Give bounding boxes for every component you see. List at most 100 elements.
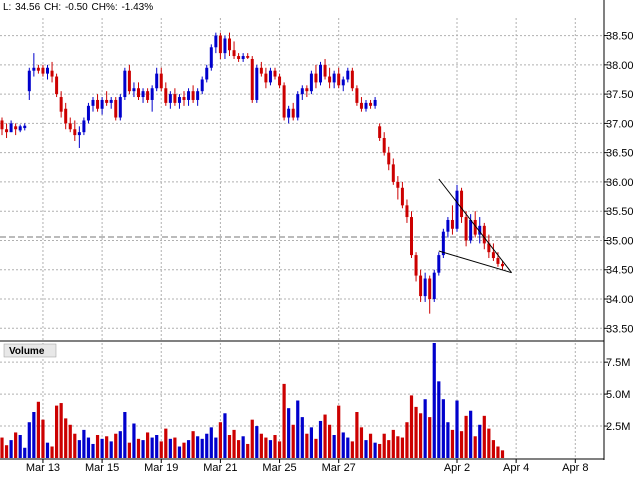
candle-body [437, 255, 441, 273]
volume-bar [73, 433, 77, 458]
candle-body [168, 94, 172, 103]
candle-body [173, 94, 177, 103]
volume-bar [159, 441, 163, 458]
candle-body [155, 73, 159, 89]
candle-body [73, 129, 77, 136]
volume-bar [173, 437, 177, 458]
volume-bar [118, 431, 122, 458]
volume-bar [328, 424, 332, 458]
volume-bar [214, 437, 218, 458]
candle-body [86, 105, 90, 121]
candle-body [359, 102, 363, 109]
volume-bar [55, 405, 59, 458]
candle-body [337, 73, 341, 86]
volume-bar [455, 400, 459, 458]
price-tick-label: 36.50 [606, 148, 634, 160]
candle-body [255, 67, 259, 100]
price-tick-label: 37.50 [606, 89, 634, 101]
candle-body [373, 99, 377, 106]
candle-body [423, 278, 427, 297]
upper-trendline [438, 178, 512, 273]
volume-bar [446, 422, 450, 458]
candle-body [164, 88, 168, 103]
price-tick-label: 38.50 [606, 31, 634, 43]
candle-body [132, 88, 136, 92]
candle-body [137, 88, 140, 98]
trendlines [438, 178, 512, 274]
candle-body [228, 38, 231, 51]
candle-body [246, 56, 250, 58]
candle-body [259, 67, 263, 74]
volume-bar [232, 429, 236, 458]
candle-body [100, 99, 104, 109]
volume-bar [291, 424, 295, 458]
candle-body [346, 70, 350, 80]
volume-bar [200, 438, 204, 458]
candle-body [55, 76, 59, 95]
date-tick-label: Apr 2 [444, 462, 470, 474]
volume-bar [441, 399, 445, 458]
volume-bar [423, 399, 427, 458]
volume-bar [95, 435, 100, 458]
candle-body [501, 263, 504, 267]
volume-bar [127, 442, 131, 458]
volume-bar [0, 437, 4, 458]
volume-bar [396, 436, 400, 458]
quote-header: L: 34.56 CH: -0.50 CH%: -1.43% [3, 2, 155, 13]
price-tick-label: 34.50 [606, 265, 634, 277]
candle-body [296, 94, 300, 118]
candle-body [18, 126, 22, 131]
volume-bar [368, 433, 373, 458]
volume-bar [409, 395, 414, 458]
chart-canvas: 33.50 34.00 34.50 35.00 35.50 36.00 36.50 37.00… [0, 0, 634, 474]
candle-body [455, 190, 459, 229]
change-label: CH: [43, 2, 62, 13]
volume-bar [259, 433, 263, 458]
candle-body [127, 70, 131, 92]
volume-bar [282, 383, 286, 458]
change-pct-label: CH%: [91, 2, 118, 13]
volume-bar [264, 437, 268, 458]
candle-body [0, 120, 4, 130]
volume-bar [196, 436, 200, 458]
candle-body [141, 91, 145, 98]
candle-body [232, 50, 236, 57]
candle-body [414, 255, 418, 276]
candle-body [309, 73, 313, 92]
date-tick-label: Mar 25 [262, 462, 296, 474]
volume-bar [382, 433, 386, 458]
date-tick-label: Apr 4 [503, 462, 529, 474]
volume-bar [105, 436, 109, 458]
volume-panel-label: Volume [3, 343, 57, 358]
volume-bar [23, 447, 27, 458]
volume-bar [155, 435, 159, 458]
candle-body [96, 99, 100, 109]
candle-body [105, 99, 109, 103]
candle-body [46, 67, 49, 74]
candle-body [27, 70, 31, 92]
date-tick-label: Mar 27 [322, 462, 356, 474]
volume-bar [414, 406, 418, 458]
price-tick-label: 36.00 [606, 177, 634, 189]
volume-label: Volume [9, 346, 45, 357]
volume-bar [464, 415, 468, 458]
price-gridlines [0, 18, 604, 340]
candle-body [400, 187, 404, 206]
candle-body [364, 102, 368, 109]
candle-body [196, 91, 200, 100]
volume-bar [132, 423, 136, 458]
candle-body [23, 125, 27, 129]
volume-bar [14, 432, 18, 458]
candle-body [446, 219, 450, 232]
volume-bar [209, 427, 213, 458]
change-value: -0.50 [64, 2, 88, 13]
volume-bar [123, 412, 127, 458]
candle-body [460, 190, 464, 218]
candle-body [332, 73, 336, 83]
price-tick-label: 35.00 [606, 235, 634, 247]
volume-bar [341, 432, 345, 458]
candle-body [114, 99, 118, 118]
volume-tick-label: 5.0M [606, 389, 630, 401]
price-candles [0, 32, 504, 314]
volume-bar [227, 435, 232, 458]
